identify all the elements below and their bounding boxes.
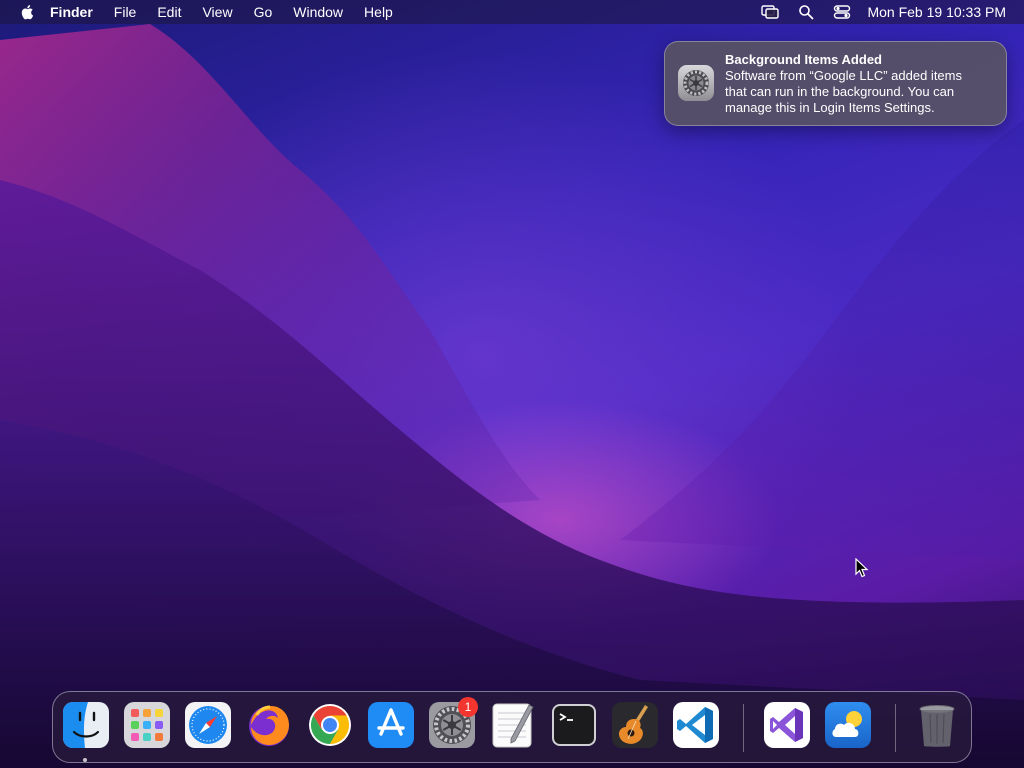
dock-firefox-icon[interactable] <box>245 701 293 749</box>
notification-body: Software from “Google LLC” added items t… <box>725 68 962 115</box>
finder-running-indicator <box>83 758 87 762</box>
apple-menu-icon[interactable] <box>20 4 34 20</box>
dock-weather-icon[interactable] <box>824 701 872 749</box>
menu-edit[interactable]: Edit <box>157 0 181 24</box>
dock-trash-icon[interactable] <box>913 701 961 749</box>
menu-app-finder[interactable]: Finder <box>50 0 93 24</box>
dock-separator <box>743 704 744 752</box>
system-settings-gear-icon <box>677 64 715 102</box>
control-center-icon[interactable] <box>833 4 851 20</box>
dock-separator <box>895 704 896 752</box>
dock-terminal-icon[interactable] <box>550 701 598 749</box>
menu-bar-clock[interactable]: Mon Feb 19 10:33 PM <box>867 4 1006 20</box>
mouse-pointer-icon <box>855 558 869 578</box>
menu-help[interactable]: Help <box>364 0 393 24</box>
dock-launchpad-icon[interactable] <box>123 701 171 749</box>
dock-visual-studio-icon[interactable] <box>763 701 811 749</box>
menu-window[interactable]: Window <box>293 0 343 24</box>
dock-chrome-icon[interactable] <box>306 701 354 749</box>
menu-go[interactable]: Go <box>254 0 273 24</box>
dock-vscode-icon[interactable] <box>672 701 720 749</box>
menu-bar: Finder File Edit View Go Window Help Mon… <box>0 0 1024 24</box>
notification-title: Background Items Added <box>725 52 882 67</box>
notification-badge: 1 <box>458 697 478 717</box>
dock-finder-icon[interactable] <box>62 701 110 762</box>
desktop[interactable]: Finder File Edit View Go Window Help Mon… <box>0 0 1024 768</box>
dock-app-store-icon[interactable] <box>367 701 415 749</box>
dock-system-settings-icon[interactable]: 1 <box>428 697 478 749</box>
dock-safari-icon[interactable] <box>184 701 232 749</box>
screen-mirroring-icon[interactable] <box>761 4 780 20</box>
spotlight-search-icon[interactable] <box>797 4 815 20</box>
menu-file[interactable]: File <box>114 0 137 24</box>
dock-garageband-icon[interactable] <box>611 701 659 749</box>
background-items-notification[interactable]: Background Items Added Software from “Go… <box>664 41 1007 126</box>
dock: 1 <box>52 691 972 763</box>
menu-view[interactable]: View <box>202 0 232 24</box>
dock-textedit-icon[interactable] <box>489 701 537 749</box>
